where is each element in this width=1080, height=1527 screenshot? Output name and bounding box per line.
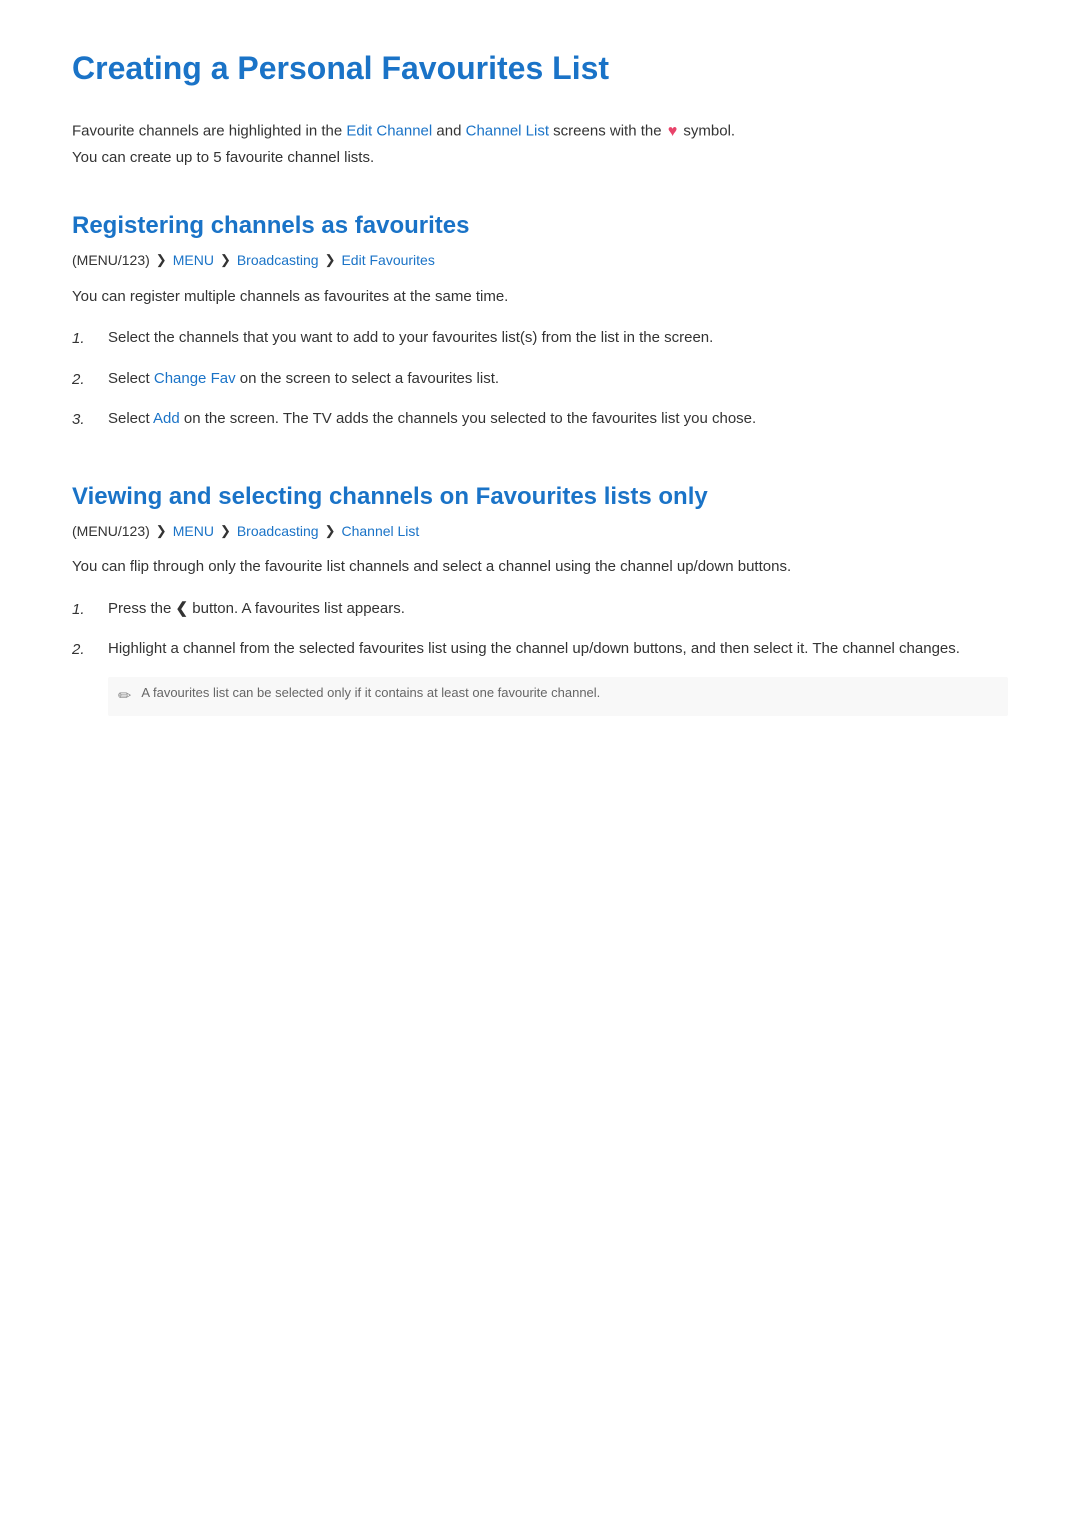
breadcrumb-menu1: MENU (173, 249, 214, 271)
step-text: Press the ❮ button. A favourites list ap… (108, 596, 405, 622)
chevron-left-icon: ❮ (176, 596, 189, 622)
section1-intro: You can register multiple channels as fa… (72, 284, 1008, 310)
intro-paragraph: Favourite channels are highlighted in th… (72, 118, 1008, 171)
channel-list-link[interactable]: Channel List (466, 122, 549, 139)
change-fav-link: Change Fav (154, 370, 236, 387)
step-text: Select Add on the screen. The TV adds th… (108, 406, 756, 432)
step-text: Select Change Fav on the screen to selec… (108, 366, 499, 392)
breadcrumb-arrow3: ❯ (325, 250, 336, 271)
step-number: 1. (72, 325, 92, 352)
breadcrumb-broadcasting2: Broadcasting (237, 520, 319, 542)
breadcrumb-channel-list: Channel List (341, 520, 419, 542)
step-number: 3. (72, 406, 92, 433)
breadcrumb-arrow2: ❯ (220, 250, 231, 271)
note-pencil-icon: ✏ (118, 684, 131, 710)
intro-text-5: You can create up to 5 favourite channel… (72, 149, 374, 166)
breadcrumb-arrow1: ❯ (156, 250, 167, 271)
section2-steps: 1. Press the ❮ button. A favourites list… (72, 596, 1008, 663)
section2-intro: You can flip through only the favourite … (72, 554, 1008, 580)
step-number: 1. (72, 596, 92, 623)
note-text: A favourites list can be selected only i… (141, 683, 600, 704)
intro-text-4: symbol. (679, 122, 735, 139)
intro-text-1: Favourite channels are highlighted in th… (72, 122, 346, 139)
page-title: Creating a Personal Favourites List (72, 48, 1008, 90)
breadcrumb-arrow1: ❯ (156, 521, 167, 542)
list-item: 2. Select Change Fav on the screen to se… (72, 366, 1008, 393)
list-item: 1. Select the channels that you want to … (72, 325, 1008, 352)
section1-steps: 1. Select the channels that you want to … (72, 325, 1008, 433)
breadcrumb-menu2: MENU (173, 520, 214, 542)
step-number: 2. (72, 366, 92, 393)
breadcrumb-part1: (MENU/123) (72, 520, 150, 542)
section2-heading: Viewing and selecting channels on Favour… (72, 481, 1008, 512)
edit-channel-link[interactable]: Edit Channel (346, 122, 432, 139)
intro-text-2: and (432, 122, 465, 139)
breadcrumb-broadcasting1: Broadcasting (237, 249, 319, 271)
list-item: 1. Press the ❮ button. A favourites list… (72, 596, 1008, 623)
section2-breadcrumb: (MENU/123) ❯ MENU ❯ Broadcasting ❯ Chann… (72, 520, 1008, 542)
step-text: Select the channels that you want to add… (108, 325, 713, 351)
breadcrumb-part1: (MENU/123) (72, 249, 150, 271)
section-viewing-favourites: Viewing and selecting channels on Favour… (72, 481, 1008, 716)
step-number: 2. (72, 636, 92, 663)
section-registering-favourites: Registering channels as favourites (MENU… (72, 210, 1008, 433)
intro-text-3: screens with the (549, 122, 666, 139)
add-link: Add (153, 410, 180, 427)
breadcrumb-edit-favourites: Edit Favourites (341, 249, 434, 271)
step-text: Highlight a channel from the selected fa… (108, 636, 960, 662)
heart-icon: ♥ (668, 123, 678, 140)
list-item: 3. Select Add on the screen. The TV adds… (72, 406, 1008, 433)
section1-breadcrumb: (MENU/123) ❯ MENU ❯ Broadcasting ❯ Edit … (72, 249, 1008, 271)
breadcrumb-arrow2: ❯ (220, 521, 231, 542)
note-box: ✏ A favourites list can be selected only… (108, 677, 1008, 716)
list-item: 2. Highlight a channel from the selected… (72, 636, 1008, 663)
section1-heading: Registering channels as favourites (72, 210, 1008, 241)
breadcrumb-arrow3: ❯ (325, 521, 336, 542)
